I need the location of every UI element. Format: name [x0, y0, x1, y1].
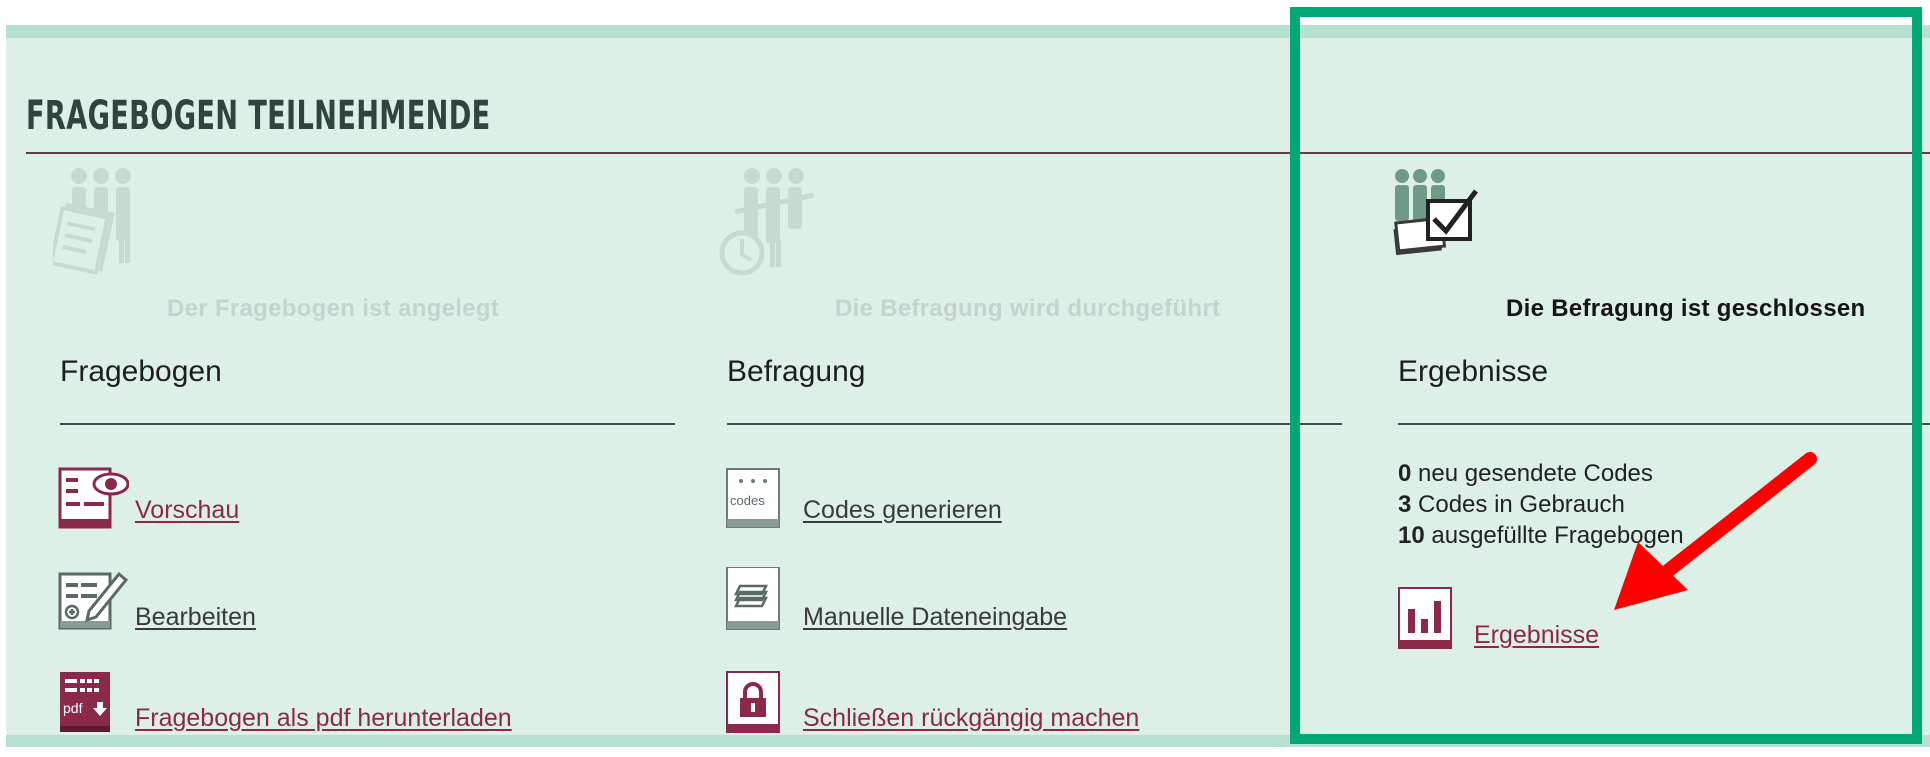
page-title: FRAGEBOGEN TEILNEHMENDE: [26, 93, 491, 139]
edit-link[interactable]: Bearbeiten: [135, 603, 256, 632]
people-questionnaire-icon: [53, 168, 131, 275]
manual-data-entry-link[interactable]: Manuelle Dateneingabe: [803, 603, 1067, 632]
lock-icon: [726, 671, 780, 733]
section-heading: Fragebogen: [60, 355, 222, 388]
title-divider: [26, 152, 1930, 154]
download-pdf-link[interactable]: Fragebogen als pdf herunterladen: [135, 704, 512, 733]
panel-top-band: [6, 25, 1930, 38]
generate-codes-link[interactable]: Codes generieren: [803, 496, 1002, 525]
undo-close-link[interactable]: Schließen rückgängig machen: [803, 704, 1139, 733]
status-label: Die Befragung wird durchgeführt: [835, 295, 1221, 322]
status-label: Die Befragung ist geschlossen: [1506, 295, 1866, 322]
section-heading: Befragung: [727, 355, 866, 388]
section-divider: [60, 423, 675, 425]
status-label: Der Fragebogen ist angelegt: [167, 295, 500, 322]
preview-eye-icon: [58, 467, 129, 529]
results-link[interactable]: Ergebnisse: [1474, 621, 1599, 650]
panel-bottom-band: [6, 735, 1930, 747]
section-divider: [1398, 423, 1930, 425]
preview-link[interactable]: Vorschau: [135, 496, 239, 525]
bar-chart-icon: [1398, 587, 1452, 649]
codes-icon: codes: [726, 468, 780, 528]
pdf-icon-text: pdf: [63, 700, 83, 716]
section-heading: Ergebnisse: [1398, 355, 1549, 388]
questionnaire-panel: FRAGEBOGEN TEILNEHMENDE Der Fragebogen i…: [6, 25, 1930, 747]
pdf-download-icon: pdf: [60, 672, 110, 732]
codes-icon-text: codes: [730, 493, 765, 508]
stack-documents-icon: [726, 567, 780, 630]
people-clock-icon: [719, 168, 814, 276]
section-divider: [727, 423, 1342, 425]
people-checkbox-icon: [1393, 169, 1478, 256]
edit-pencil-icon: [58, 571, 129, 630]
red-arrow-annotation: [1614, 452, 1817, 610]
